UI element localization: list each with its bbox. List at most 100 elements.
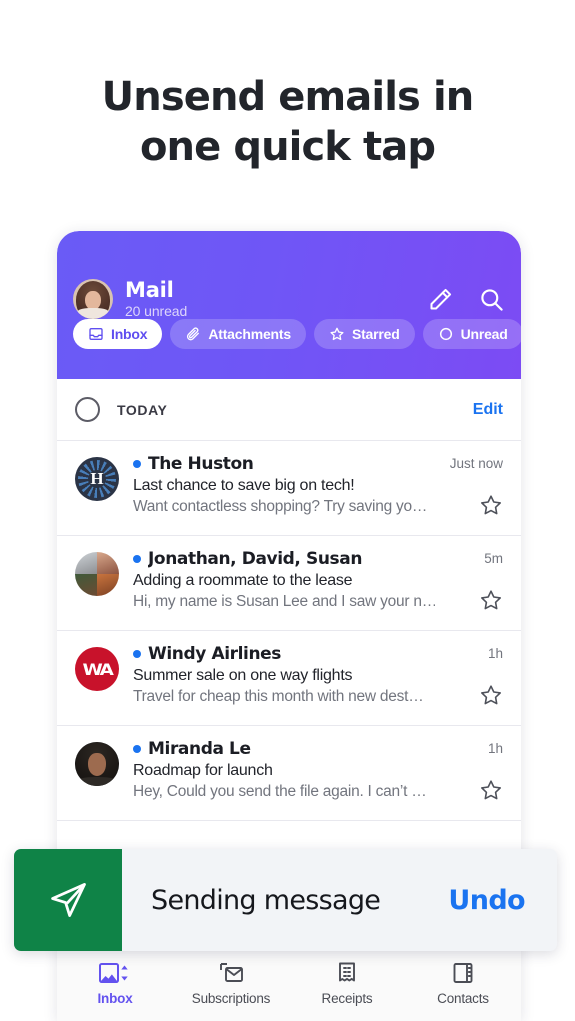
email-sender: Jonathan, David, Susan — [148, 549, 363, 569]
email-timestamp: 1h — [487, 646, 503, 661]
windy-airlines-logo-avatar: WA — [75, 647, 119, 691]
table-row[interactable]: Jonathan, David, Susan Adding a roommate… — [57, 536, 521, 631]
email-sender: The Huston — [148, 454, 254, 474]
empty-circle-icon[interactable] — [75, 397, 100, 422]
undo-button[interactable]: Undo — [434, 849, 557, 951]
group-photo-3 — [75, 574, 97, 596]
table-row[interactable]: Miranda Le Roadmap for launch Hey, Could… — [57, 726, 521, 821]
contacts-card-icon — [451, 960, 475, 986]
nav-label-inbox: Inbox — [97, 991, 133, 1006]
email-subject: Last chance to save big on tech! — [133, 477, 355, 494]
email-timestamp: 5m — [484, 551, 503, 566]
filter-chips: Inbox Attachments Starred Unread — [73, 317, 521, 349]
list-section-header: TODAY Edit — [57, 379, 521, 441]
email-timestamp: Just now — [449, 456, 503, 471]
nav-item-subscriptions[interactable]: Subscriptions — [173, 960, 289, 1006]
chip-unread[interactable]: Unread — [422, 319, 521, 349]
chip-starred[interactable]: Starred — [313, 319, 415, 349]
page-title: Mail — [125, 278, 174, 303]
chip-starred-label: Starred — [351, 326, 400, 342]
email-subject: Summer sale on one way flights — [133, 667, 353, 684]
row-sender-line: The Huston — [133, 454, 435, 474]
nav-item-receipts[interactable]: Receipts — [289, 960, 405, 1006]
group-photos-avatar — [75, 552, 119, 596]
toast-message: Sending message — [151, 884, 381, 916]
star-toggle[interactable] — [479, 493, 503, 523]
avatar[interactable] — [73, 279, 113, 319]
star-icon — [329, 326, 345, 342]
miranda-shoulders — [77, 777, 117, 786]
sending-message-toast: Sending message Undo — [14, 849, 557, 951]
bottom-navigation: Inbox Subscriptions Receipts Contacts — [57, 950, 521, 1021]
section-label: TODAY — [117, 401, 168, 418]
row-sender-line: Windy Airlines — [133, 644, 435, 664]
unread-dot-icon — [133, 460, 141, 468]
huston-monogram: H — [90, 469, 104, 488]
email-preview: Want contactless shopping? Try saving yo… — [133, 498, 428, 515]
chip-unread-label: Unread — [460, 326, 508, 342]
star-toggle[interactable] — [479, 588, 503, 618]
miranda-photo-avatar — [75, 742, 119, 786]
nav-item-inbox[interactable]: Inbox — [57, 960, 173, 1006]
app-header: Mail 20 unread Inbox Attachments Starred… — [57, 231, 521, 379]
receipt-icon — [335, 960, 359, 986]
nav-label-contacts: Contacts — [437, 991, 489, 1006]
row-sender-line: Miranda Le — [133, 739, 435, 759]
avatar-body — [77, 308, 109, 319]
inbox-tray-icon — [88, 326, 104, 342]
email-sender: Miranda Le — [148, 739, 251, 759]
chip-inbox[interactable]: Inbox — [73, 319, 163, 349]
unread-dot-icon — [133, 650, 141, 658]
email-subject: Roadmap for launch — [133, 762, 273, 779]
subscriptions-envelope-icon — [217, 960, 245, 986]
header-actions — [427, 286, 505, 313]
page-headline: Unsend emails in one quick tap — [0, 72, 575, 172]
row-meta: Just now — [441, 454, 503, 523]
circle-icon — [438, 326, 454, 342]
star-toggle[interactable] — [479, 778, 503, 808]
email-timestamp: 1h — [487, 741, 503, 756]
huston-logo-avatar: H — [75, 457, 119, 501]
headline-line-1: Unsend emails in — [101, 74, 475, 120]
group-photo-2 — [97, 552, 119, 574]
inbox-sort-icon — [98, 960, 132, 986]
email-sender: Windy Airlines — [148, 644, 282, 664]
email-preview: Travel for cheap this month with new des… — [133, 688, 424, 705]
row-meta: 1h — [441, 739, 503, 808]
email-preview: Hi, my name is Susan Lee and I saw your … — [133, 593, 435, 610]
row-body: The Huston Last chance to save big on te… — [133, 454, 441, 523]
paperclip-icon — [185, 326, 201, 342]
row-sender-line: Jonathan, David, Susan — [133, 549, 435, 569]
email-preview: Hey, Could you send the file again. I ca… — [133, 783, 427, 800]
chip-attachments-label: Attachments — [208, 326, 291, 342]
search-icon[interactable] — [478, 286, 505, 313]
app-title-block: Mail 20 unread — [125, 279, 187, 319]
row-body: Jonathan, David, Susan Adding a roommate… — [133, 549, 441, 618]
pencil-icon[interactable] — [427, 286, 454, 313]
edit-button[interactable]: Edit — [473, 401, 503, 419]
unread-count-label: 20 unread — [125, 303, 188, 320]
row-body: Windy Airlines Summer sale on one way fl… — [133, 644, 441, 713]
nav-label-receipts: Receipts — [321, 991, 373, 1006]
chip-inbox-label: Inbox — [111, 326, 148, 342]
email-list: H The Huston Last chance to save big on … — [57, 441, 521, 916]
nav-label-subscriptions: Subscriptions — [191, 991, 271, 1006]
row-meta: 1h — [441, 644, 503, 713]
unread-dot-icon — [133, 555, 141, 563]
paper-plane-icon — [14, 849, 122, 951]
email-subject: Adding a roommate to the lease — [133, 572, 353, 589]
miranda-face — [88, 753, 106, 776]
row-body: Miranda Le Roadmap for launch Hey, Could… — [133, 739, 441, 808]
chip-attachments[interactable]: Attachments — [170, 319, 306, 349]
headline-line-2: one quick tap — [139, 124, 436, 170]
app-header-top-row: Mail 20 unread — [73, 231, 505, 319]
group-photo-1 — [75, 552, 97, 574]
windy-monogram: WA — [82, 659, 113, 679]
table-row[interactable]: H The Huston Last chance to save big on … — [57, 441, 521, 536]
nav-item-contacts[interactable]: Contacts — [405, 960, 521, 1006]
row-meta: 5m — [441, 549, 503, 618]
unread-dot-icon — [133, 745, 141, 753]
table-row[interactable]: WA Windy Airlines Summer sale on one way… — [57, 631, 521, 726]
star-toggle[interactable] — [479, 683, 503, 713]
group-photo-4 — [97, 574, 119, 596]
